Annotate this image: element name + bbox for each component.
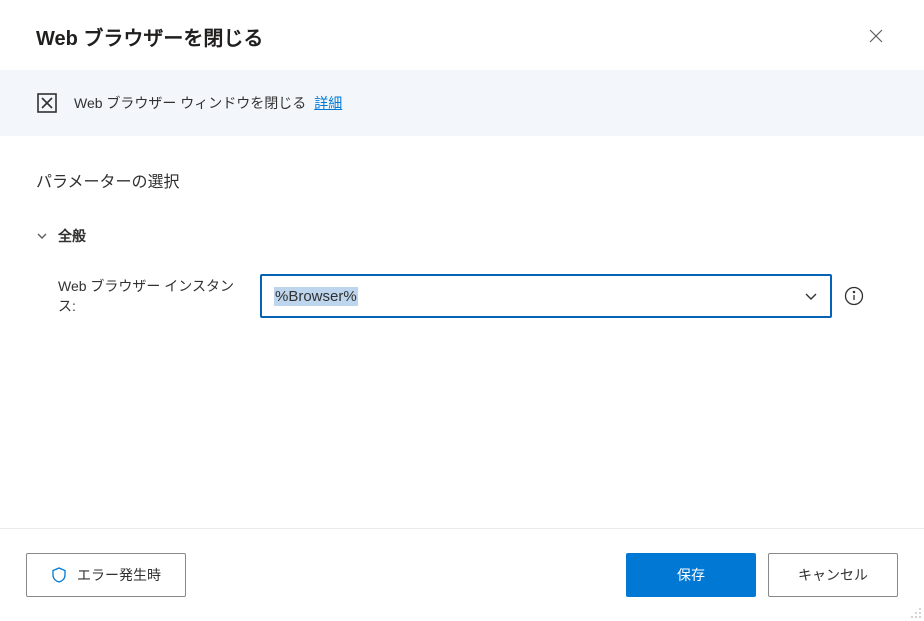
save-label: 保存 [677, 565, 705, 585]
resize-grip-icon[interactable] [908, 605, 922, 619]
details-link[interactable]: 詳細 [314, 95, 342, 111]
on-error-button[interactable]: エラー発生時 [26, 553, 186, 597]
shield-icon [51, 567, 67, 583]
close-button[interactable] [860, 20, 892, 52]
footer-right: 保存 キャンセル [626, 553, 898, 597]
close-window-icon [36, 92, 58, 114]
browser-instance-dropdown[interactable]: %Browser% [260, 274, 832, 318]
banner-text-wrapper: Web ブラウザー ウィンドウを閉じる 詳細 [74, 93, 342, 113]
on-error-label: エラー発生時 [77, 565, 161, 585]
chevron-down-icon [36, 230, 48, 242]
section-title: パラメーターの選択 [36, 168, 888, 192]
footer-left: エラー発生時 [26, 553, 186, 597]
dialog-title: Web ブラウザーを閉じる [36, 22, 263, 51]
form-row-browser-instance: Web ブラウザー インスタンス: %Browser% [36, 274, 888, 318]
cancel-button[interactable]: キャンセル [768, 553, 898, 597]
chevron-down-icon [804, 289, 818, 303]
cancel-label: キャンセル [798, 565, 868, 585]
group-header-general[interactable]: 全般 [36, 226, 888, 246]
content-area: パラメーターの選択 全般 Web ブラウザー インスタンス: %Browser% [0, 136, 924, 318]
info-icon[interactable] [844, 286, 864, 306]
dialog-footer: エラー発生時 保存 キャンセル [0, 528, 924, 621]
browser-instance-label: Web ブラウザー インスタンス: [58, 276, 248, 316]
banner-text: Web ブラウザー ウィンドウを閉じる [74, 95, 306, 111]
close-icon [868, 28, 884, 44]
save-button[interactable]: 保存 [626, 553, 756, 597]
dialog-header: Web ブラウザーを閉じる [0, 0, 924, 70]
dropdown-value: %Browser% [274, 287, 358, 306]
group-title: 全般 [58, 226, 86, 246]
info-banner: Web ブラウザー ウィンドウを閉じる 詳細 [0, 70, 924, 136]
